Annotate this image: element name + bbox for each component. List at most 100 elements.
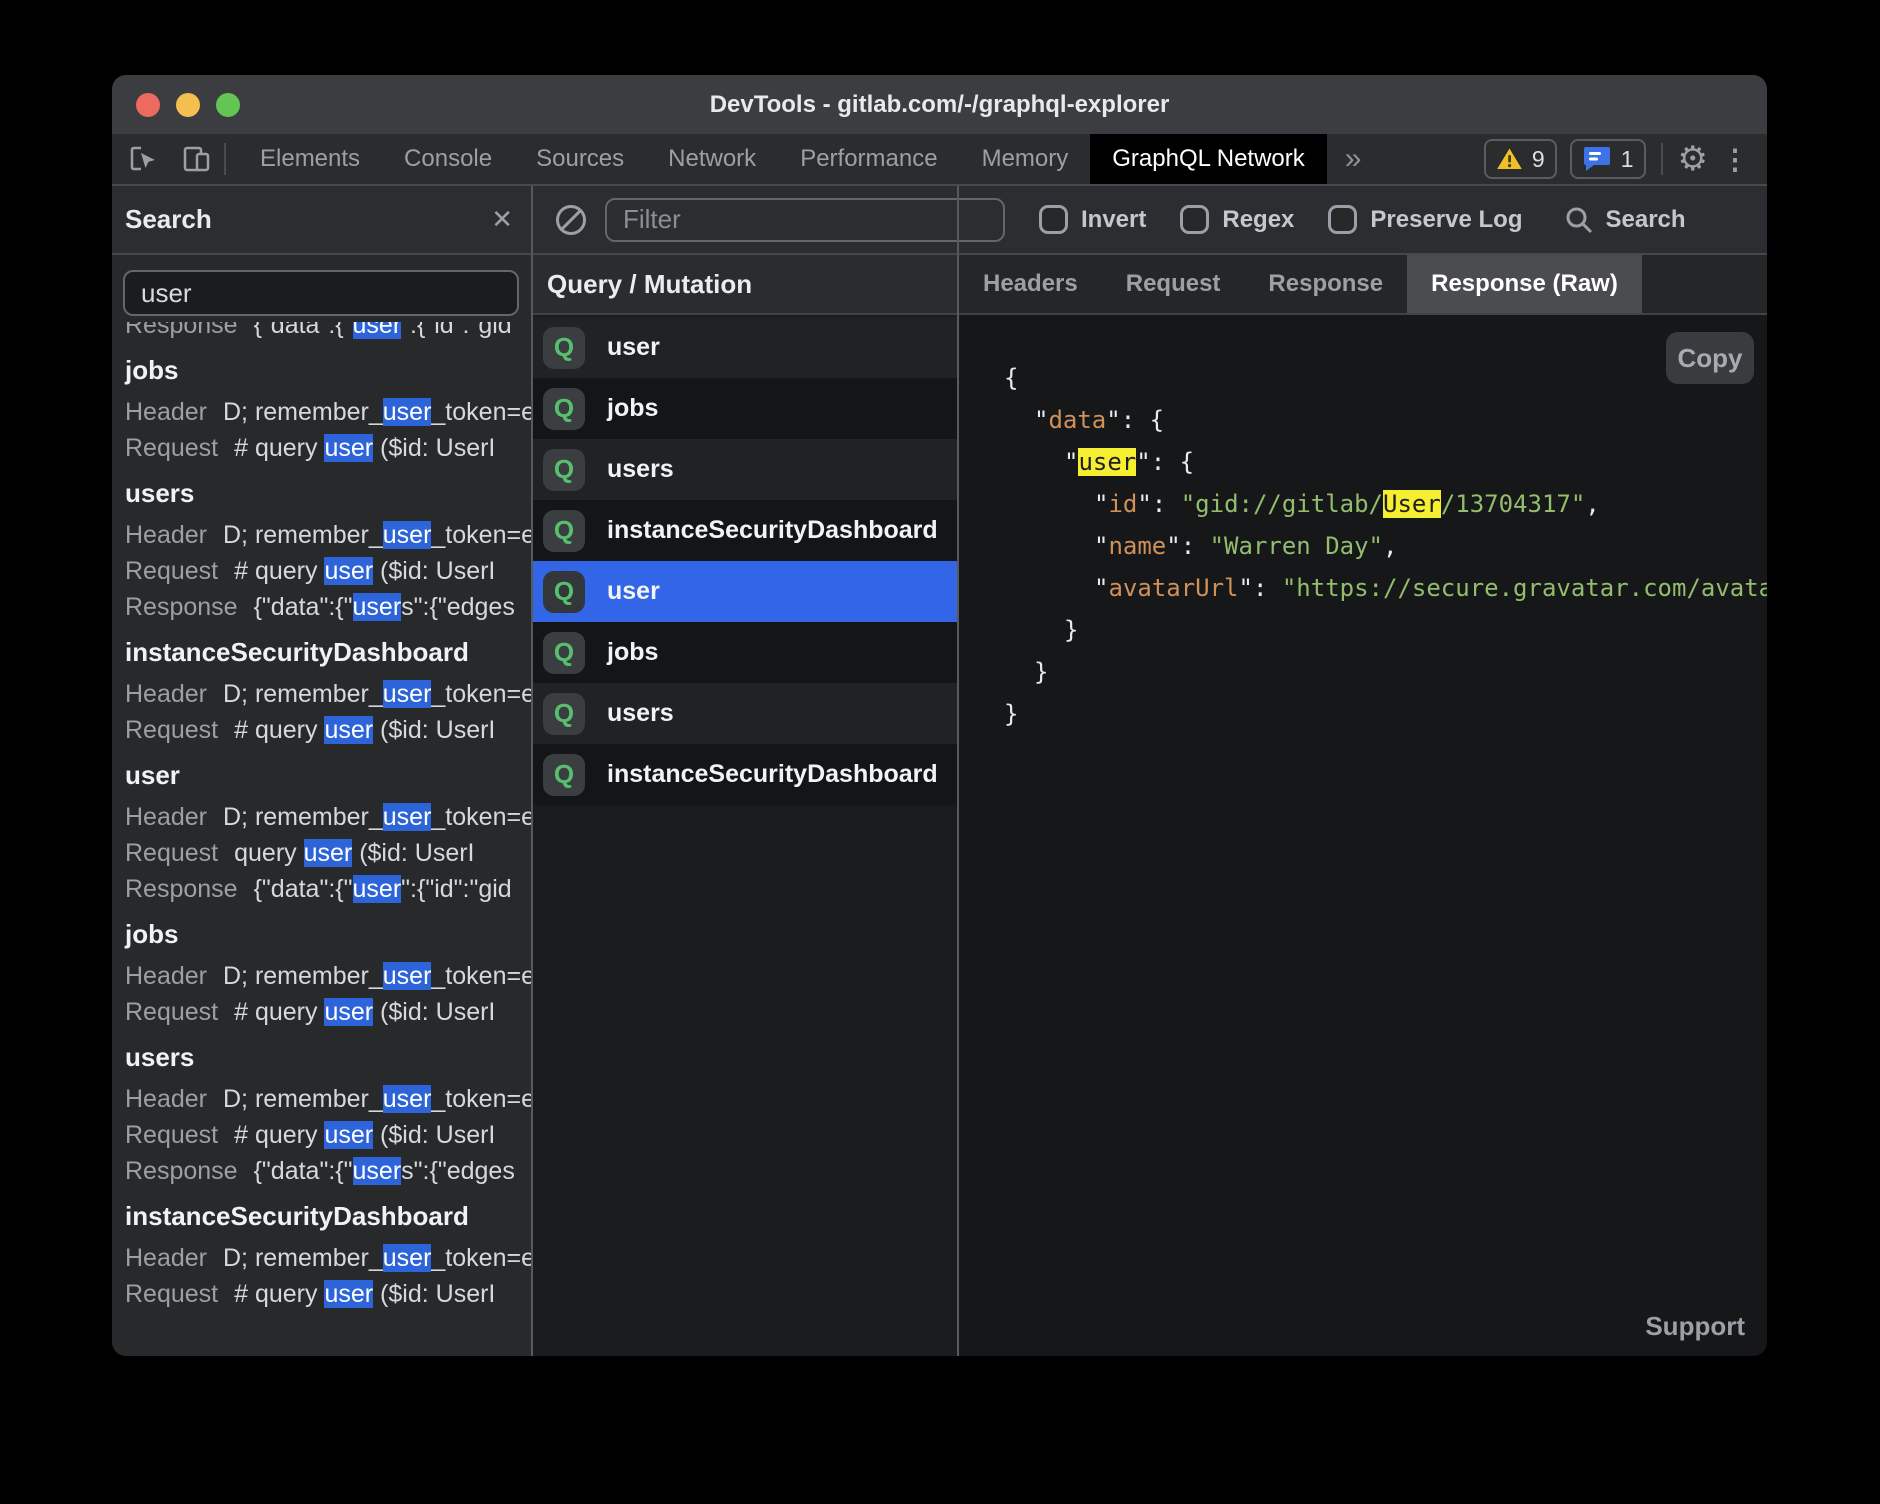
search-result-line[interactable]: Request# query user ($id: UserI xyxy=(125,553,531,589)
search-result-group-title[interactable]: users xyxy=(125,1039,531,1075)
main-area: Search ✕ Response{"data":{"user":{"id":"… xyxy=(112,186,1767,1356)
tab-performance[interactable]: Performance xyxy=(778,134,959,184)
clear-requests-icon[interactable] xyxy=(553,202,589,238)
panel-divider[interactable] xyxy=(957,186,959,1356)
tab-graphql-network[interactable]: GraphQL Network xyxy=(1090,134,1327,184)
search-result-line[interactable]: Response{"data":{"users":{"edges xyxy=(125,589,531,625)
support-link[interactable]: Support xyxy=(1645,1311,1745,1342)
tab-elements[interactable]: Elements xyxy=(238,134,382,184)
query-list-item[interactable]: Qjobs xyxy=(533,622,957,683)
query-list-item[interactable]: Qusers xyxy=(533,683,957,744)
json-token: ": xyxy=(1239,574,1282,602)
inspect-element-icon[interactable] xyxy=(128,143,160,175)
search-result-group-title[interactable]: user xyxy=(125,757,531,793)
filter-input[interactable] xyxy=(605,198,1005,242)
result-text: # query xyxy=(234,998,324,1026)
query-type-icon: Q xyxy=(543,571,585,613)
more-tabs-icon[interactable]: » xyxy=(1327,134,1380,184)
result-text: ($id: UserI xyxy=(373,998,495,1026)
query-mutation-header: Query / Mutation xyxy=(533,255,957,315)
search-result-line[interactable]: Request# query user ($id: UserI xyxy=(125,712,531,748)
search-result-line[interactable]: Response{"data":{"user":{"id":"gid xyxy=(125,322,531,343)
match-highlight: user xyxy=(324,1121,373,1149)
search-result-group-title[interactable]: jobs xyxy=(125,916,531,952)
json-token: "https://secure.gravatar.com/avatar xyxy=(1282,574,1767,602)
search-result-line[interactable]: HeaderD; remember_user_token=e xyxy=(125,1240,531,1276)
search-result-line[interactable]: Request# query user ($id: UserI xyxy=(125,1117,531,1153)
tab-headers[interactable]: Headers xyxy=(959,255,1102,313)
result-text: # query xyxy=(234,557,324,585)
search-result-group-title[interactable]: users xyxy=(125,475,531,511)
match-highlight: user xyxy=(383,680,432,708)
query-name: user xyxy=(607,333,660,362)
minimize-window-button[interactable] xyxy=(176,93,200,117)
search-result-group-title[interactable]: instanceSecurityDashboard xyxy=(125,1198,531,1234)
result-text: {"data":{" xyxy=(254,322,353,339)
tab-response-raw[interactable]: Response (Raw) xyxy=(1407,255,1642,313)
kebab-menu-icon[interactable]: ⋮ xyxy=(1721,143,1749,176)
result-text: {"data":{" xyxy=(254,1157,353,1185)
json-line: { xyxy=(1004,357,1767,399)
search-result-line[interactable]: HeaderD; remember_user_token=e xyxy=(125,394,531,430)
result-line-label: Request xyxy=(125,716,218,744)
search-result-line[interactable]: Request# query user ($id: UserI xyxy=(125,430,531,466)
tab-console[interactable]: Console xyxy=(382,134,514,184)
query-list-item[interactable]: Quser xyxy=(533,317,957,378)
invert-checkbox[interactable] xyxy=(1039,205,1068,234)
query-list-item[interactable]: Quser xyxy=(533,561,957,622)
json-line: "name": "Warren Day", xyxy=(1004,525,1767,567)
regex-checkbox[interactable] xyxy=(1180,205,1209,234)
query-type-icon: Q xyxy=(543,449,585,491)
search-result-line[interactable]: Response{"data":{"users":{"edges xyxy=(125,1153,531,1189)
panel-divider[interactable] xyxy=(531,186,533,1356)
match-highlight: user xyxy=(383,1085,432,1113)
search-result-group-title[interactable]: instanceSecurityDashboard xyxy=(125,634,531,670)
search-result-line[interactable]: Response{"data":{"user":{"id":"gid xyxy=(125,871,531,907)
close-window-button[interactable] xyxy=(136,93,160,117)
issues-badge[interactable]: 1 xyxy=(1570,139,1646,179)
warnings-badge[interactable]: 9 xyxy=(1484,139,1557,179)
search-result-line[interactable]: HeaderD; remember_user_token=e xyxy=(125,1081,531,1117)
preserve-log-checkbox[interactable] xyxy=(1328,205,1357,234)
search-result-line[interactable]: Request# query user ($id: UserI xyxy=(125,994,531,1030)
match-highlight: user xyxy=(353,1157,402,1185)
search-input[interactable] xyxy=(123,270,519,316)
tab-request[interactable]: Request xyxy=(1102,255,1245,313)
query-list-item[interactable]: Qusers xyxy=(533,439,957,500)
json-line: "data": { xyxy=(1004,399,1767,441)
zoom-window-button[interactable] xyxy=(216,93,240,117)
json-token: { xyxy=(1004,364,1018,392)
search-result-line[interactable]: HeaderD; remember_user_token=e xyxy=(125,517,531,553)
query-list-item[interactable]: QinstanceSecurityDashboard xyxy=(533,500,957,561)
search-result-line[interactable]: HeaderD; remember_user_token=e xyxy=(125,958,531,994)
search-toggle-label: Search xyxy=(1605,206,1685,234)
tab-sources[interactable]: Sources xyxy=(514,134,646,184)
search-result-line[interactable]: Requestquery user ($id: UserI xyxy=(125,835,531,871)
result-line-label: Request xyxy=(125,839,218,867)
tab-memory[interactable]: Memory xyxy=(960,134,1091,184)
search-result-line[interactable]: Request# query user ($id: UserI xyxy=(125,1276,531,1312)
json-token: , xyxy=(1383,532,1397,560)
search-toggle[interactable]: Search xyxy=(1564,205,1685,235)
toolbar-divider xyxy=(224,143,226,175)
search-panel-header: Search ✕ xyxy=(112,186,531,255)
result-text: s":{"edges xyxy=(401,593,515,621)
result-text: ($id: UserI xyxy=(352,839,474,867)
result-text: ":{"id":"gid xyxy=(401,875,512,903)
search-result-line[interactable]: HeaderD; remember_user_token=e xyxy=(125,799,531,835)
result-line-label: Response xyxy=(125,1157,238,1185)
json-token: /13704317" xyxy=(1441,490,1586,518)
device-toolbar-icon[interactable] xyxy=(180,143,212,175)
query-list-item[interactable]: QinstanceSecurityDashboard xyxy=(533,744,957,805)
close-search-icon[interactable]: ✕ xyxy=(491,186,513,253)
tab-response[interactable]: Response xyxy=(1244,255,1407,313)
toolbar-divider xyxy=(1661,143,1663,175)
match-highlight: user xyxy=(353,322,402,339)
tab-network[interactable]: Network xyxy=(646,134,778,184)
query-list-item[interactable]: Qjobs xyxy=(533,378,957,439)
search-result-line[interactable]: HeaderD; remember_user_token=e xyxy=(125,676,531,712)
search-panel: Search ✕ Response{"data":{"user":{"id":"… xyxy=(112,186,531,1356)
settings-gear-icon[interactable]: ⚙ xyxy=(1678,142,1708,176)
response-raw-content: Copy {"data": {"user": {"id": "gid://git… xyxy=(959,317,1767,1356)
search-result-group-title[interactable]: jobs xyxy=(125,352,531,388)
